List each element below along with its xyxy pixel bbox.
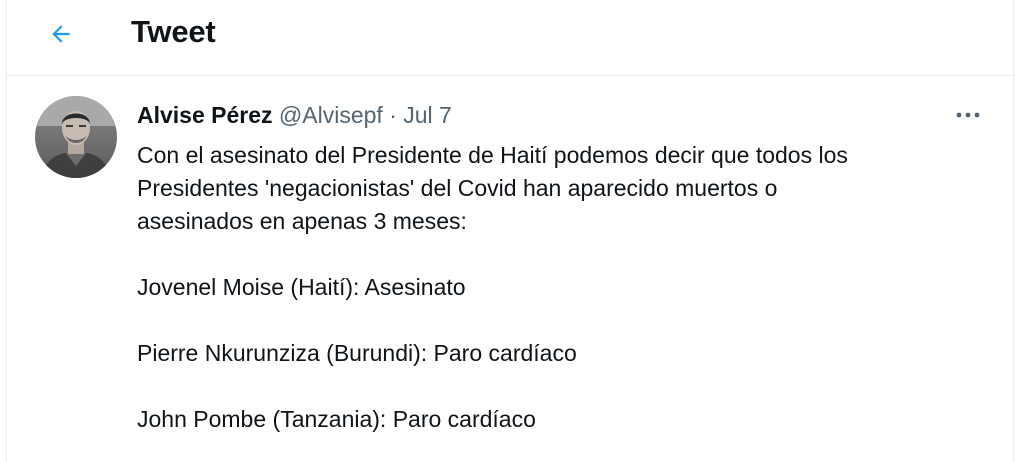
- tweet-list-item: Jovenel Moise (Haití): Asesinato: [137, 274, 466, 300]
- avatar[interactable]: [35, 96, 117, 178]
- separator-dot: ·: [389, 102, 397, 128]
- page-title: Tweet: [131, 14, 216, 49]
- more-options-icon: [955, 111, 981, 119]
- tweet-text-line: asesinados en apenas 3 meses:: [137, 208, 467, 234]
- author-name[interactable]: Alvise Pérez: [137, 102, 273, 128]
- tweet-text-line: Presidentes 'negacionistas' del Covid ha…: [137, 175, 778, 201]
- author-handle[interactable]: @Alvisepf: [279, 102, 383, 128]
- tweet-date[interactable]: Jul 7: [403, 102, 452, 128]
- tweet-list-item: John Pombe (Tanzania): Paro cardíaco: [137, 406, 536, 432]
- arrow-left-icon: [48, 21, 74, 47]
- page-header: Tweet: [7, 0, 1013, 76]
- tweet-text: Con el asesinato del Presidente de Haití…: [137, 139, 987, 462]
- more-options-button[interactable]: [951, 100, 985, 130]
- tweet-text-line: Con el asesinato del Presidente de Haití…: [137, 142, 848, 168]
- profile-photo: [35, 96, 117, 178]
- tweet-list-item: Pierre Nkurunziza (Burundi): Paro cardía…: [137, 340, 577, 366]
- tweet-intro: Con el asesinato del Presidente de Haití…: [137, 139, 987, 238]
- tweet-author-line: Alvise Pérez @Alvisepf · Jul 7: [137, 100, 452, 130]
- tweet-page: Tweet Alvise Pérez @Alvisepf · Jul 7 Con…: [6, 0, 1014, 462]
- back-button[interactable]: [43, 16, 79, 52]
